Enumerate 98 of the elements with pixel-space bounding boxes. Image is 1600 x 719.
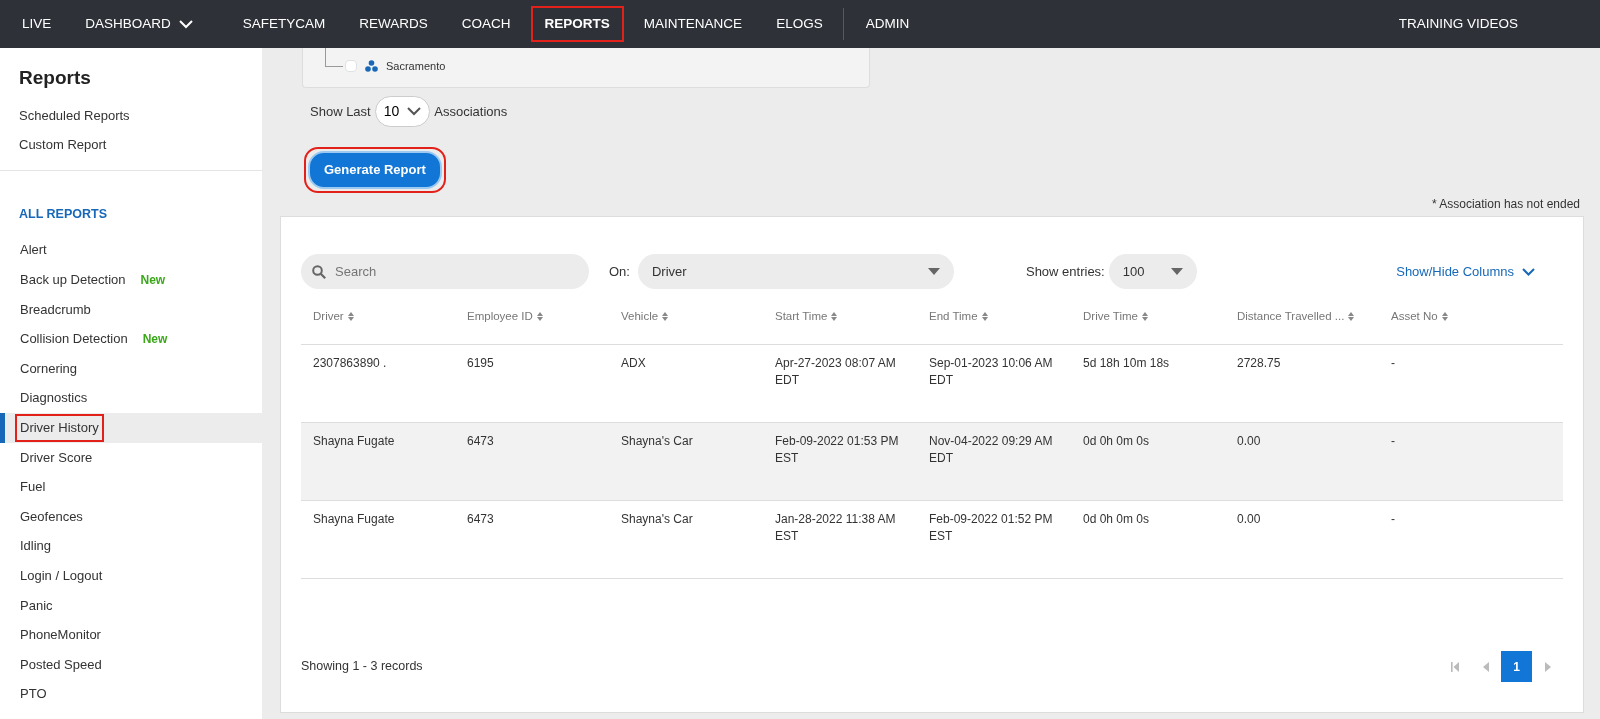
chevron-down-icon xyxy=(407,107,422,116)
nav-link[interactable]: REWARDS xyxy=(345,5,442,43)
table-cell: Shayna's Car xyxy=(621,512,693,526)
sidebar-link[interactable]: Custom Report xyxy=(0,130,262,160)
caret-right-icon xyxy=(1544,661,1551,672)
sort-icon xyxy=(1141,312,1148,321)
chevron-down-icon xyxy=(1522,267,1535,276)
table-cell: Jan-28-2022 11:38 AM EST xyxy=(775,512,896,544)
sidebar-item[interactable]: Fuel xyxy=(0,472,262,502)
sidebar-title: Reports xyxy=(18,66,92,90)
table-cell: Shayna Fugate xyxy=(313,434,395,448)
sidebar-item[interactable]: Diagnostics xyxy=(0,383,262,413)
new-label: New xyxy=(140,271,166,289)
tree-connector-line xyxy=(325,48,343,67)
sort-icon xyxy=(981,312,988,321)
table-cell: Shayna Fugate xyxy=(313,512,395,526)
nav-link[interactable]: REPORTS xyxy=(530,5,624,43)
table-cell: 6473 xyxy=(467,512,494,526)
search-icon xyxy=(312,265,326,279)
entries-select[interactable]: 100 xyxy=(1108,254,1197,289)
nav-link[interactable]: DASHBOARD xyxy=(71,5,207,43)
column-header[interactable]: Vehicle xyxy=(609,289,763,344)
caret-left-icon xyxy=(1482,661,1489,672)
sidebar-item[interactable]: Idling xyxy=(0,531,262,561)
table-cell: 2728.75 xyxy=(1237,356,1281,370)
table-cell: Apr-27-2023 08:07 AM EDT xyxy=(775,356,896,388)
nav-link[interactable]: TRAINING VIDEOS xyxy=(1384,5,1532,43)
sidebar-item[interactable]: Geofences xyxy=(0,501,262,532)
table-cell: 5d 18h 10m 18s xyxy=(1083,356,1170,370)
table-cell: 0.00 xyxy=(1237,434,1261,448)
label-text: Show Last xyxy=(310,102,371,121)
table-cell: 6195 xyxy=(467,356,494,370)
table-cell: Sep-01-2023 10:06 AM EDT xyxy=(929,356,1053,388)
generate-report-button[interactable]: Generate Report xyxy=(308,151,442,189)
records-count: Showing 1 - 3 records xyxy=(301,658,423,676)
nav-link[interactable]: ELOGS xyxy=(762,5,837,43)
sort-icon xyxy=(831,312,838,321)
table-cell: Feb-09-2022 01:52 PM EST xyxy=(929,512,1053,544)
sidebar-item[interactable]: Back up Detection New xyxy=(0,265,262,295)
chevron-down-icon xyxy=(178,19,193,29)
sidebar-item[interactable]: Panic xyxy=(0,590,262,621)
caret-down-icon xyxy=(927,268,940,275)
caret-down-icon xyxy=(1170,268,1183,275)
first-page-icon xyxy=(1450,661,1459,672)
label-text: On: xyxy=(609,262,630,281)
column-header[interactable]: Start Time xyxy=(763,289,917,344)
on-select[interactable]: Driver xyxy=(637,254,954,289)
table-cell: - xyxy=(1391,434,1395,448)
sidebar-item[interactable]: Driver Score xyxy=(0,442,262,473)
sort-icon xyxy=(536,312,543,321)
sidebar-item[interactable]: Breadcrumb xyxy=(0,294,262,325)
nav-link[interactable]: SAFETYCAM xyxy=(228,5,340,43)
table-cell: 0.00 xyxy=(1237,512,1261,526)
sidebar-item[interactable]: Cornering xyxy=(0,353,262,384)
section-title: ALL REPORTS xyxy=(18,205,108,223)
column-header[interactable]: Employee ID xyxy=(455,289,609,344)
checkbox[interactable] xyxy=(345,60,357,73)
sidebar-link[interactable]: Scheduled Reports xyxy=(0,100,262,131)
table-cell: 2307863890 . xyxy=(313,356,387,370)
nav-link[interactable]: ADMIN xyxy=(851,5,924,43)
table-cell: - xyxy=(1391,356,1395,370)
table-cell: 0d 0h 0m 0s xyxy=(1083,434,1150,448)
new-label: New xyxy=(142,331,168,348)
page-button[interactable]: 1 xyxy=(1501,651,1532,682)
sort-icon xyxy=(347,312,354,321)
sidebar-item[interactable]: Posted Speed xyxy=(0,649,262,680)
sidebar-item[interactable]: Alert xyxy=(0,235,262,266)
sort-icon xyxy=(1348,312,1355,321)
sidebar-item[interactable]: PhoneMonitor xyxy=(0,620,262,650)
nav-link[interactable]: LIVE xyxy=(8,5,66,43)
column-header[interactable]: Drive Time xyxy=(1071,289,1225,344)
table-cell: Nov-04-2022 09:29 AM EDT xyxy=(929,434,1053,466)
nav-link[interactable]: MAINTENANCE xyxy=(629,5,757,43)
label-text: Show entries: xyxy=(1025,262,1105,281)
table-cell: ADX xyxy=(621,356,646,370)
sort-icon xyxy=(1441,312,1448,321)
table-cell: 6473 xyxy=(467,434,494,448)
table-cell: Feb-09-2022 01:53 PM EST xyxy=(775,434,899,466)
sidebar-item[interactable]: Login / Logout xyxy=(0,560,262,591)
note-text: * Association has not ended xyxy=(1431,197,1580,211)
sidebar-item[interactable]: PTO xyxy=(0,679,262,709)
column-header[interactable]: Asset No xyxy=(1379,289,1533,344)
show-hide-columns-link[interactable]: Show/Hide Columns xyxy=(1396,261,1535,282)
sidebar-item[interactable]: Collision Detection New xyxy=(0,324,262,354)
nav-link[interactable]: COACH xyxy=(447,5,525,43)
search-field[interactable]: Search xyxy=(301,254,589,289)
column-header[interactable]: Driver xyxy=(301,289,455,344)
label-text: Associations xyxy=(434,102,508,121)
table-cell: - xyxy=(1391,512,1395,526)
table-cell: 0d 0h 0m 0s xyxy=(1083,512,1150,526)
tree-label: Sacramento xyxy=(386,59,446,74)
column-header[interactable]: End Time xyxy=(917,289,1071,344)
column-header[interactable]: Distance Travelled ... xyxy=(1225,289,1379,344)
group-icon xyxy=(365,60,378,73)
table-cell: Shayna's Car xyxy=(621,434,693,448)
sidebar-item[interactable]: Driver History xyxy=(0,413,262,443)
count-select[interactable]: 10 xyxy=(374,96,431,127)
sort-icon xyxy=(662,312,669,321)
